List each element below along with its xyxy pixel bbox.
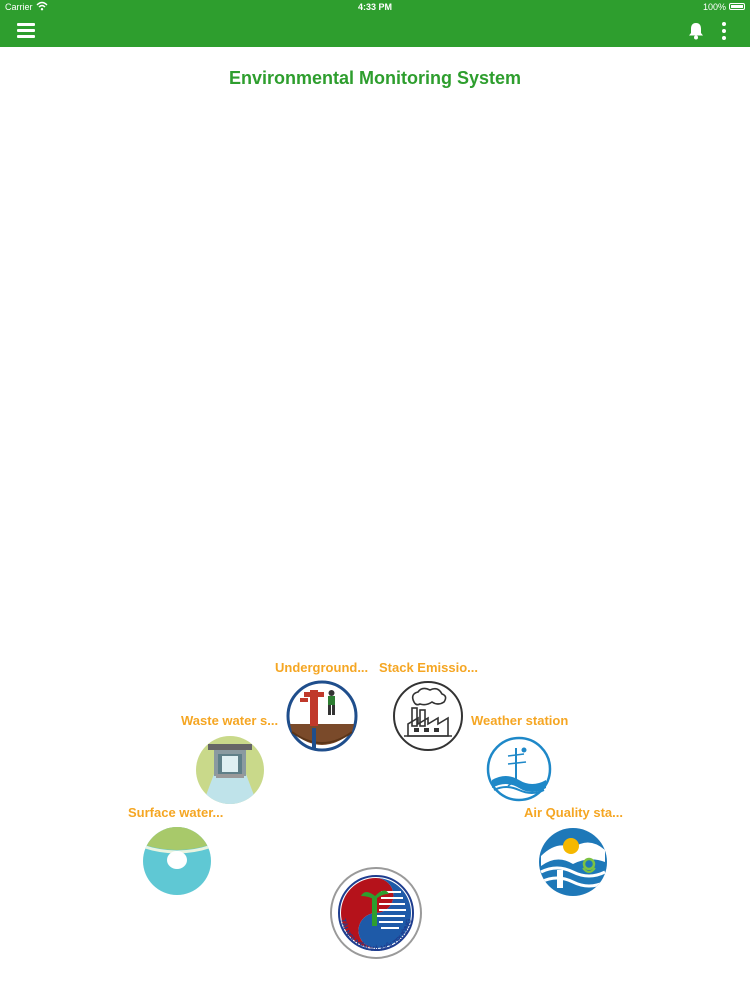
weather-tower-icon[interactable] (486, 736, 552, 802)
page-title: Environmental Monitoring System (228, 68, 522, 88)
status-bar: Carrier 4:33 PM 100% (0, 0, 750, 14)
more-vertical-icon[interactable] (720, 22, 728, 40)
app-toolbar (0, 14, 750, 47)
battery-percent: 100% (702, 2, 726, 12)
weather-station-label[interactable]: Weather station (471, 713, 568, 728)
air-quality-label[interactable]: Air Quality sta... (524, 805, 623, 820)
clock: 4:33 PM (357, 2, 392, 12)
air-quality-icon[interactable] (537, 826, 609, 898)
hamburger-menu-icon[interactable] (17, 22, 35, 38)
underground-label[interactable]: Underground... (275, 660, 368, 675)
stack-emission-label[interactable]: Stack Emissio... (379, 660, 478, 675)
bell-icon[interactable] (686, 21, 706, 41)
groundwater-pump-icon[interactable] (286, 680, 358, 752)
surface-water-label[interactable]: Surface water... (128, 805, 223, 820)
ministry-logo[interactable]: TÀI NGUYÊN VÀ MÔI TRƯỜNG (329, 866, 423, 960)
waste-water-label[interactable]: Waste water s... (181, 713, 278, 728)
wastewater-gate-icon[interactable] (194, 734, 266, 806)
factory-icon[interactable] (392, 680, 464, 752)
surface-water-icon[interactable] (142, 826, 212, 896)
battery-icon (729, 3, 745, 10)
